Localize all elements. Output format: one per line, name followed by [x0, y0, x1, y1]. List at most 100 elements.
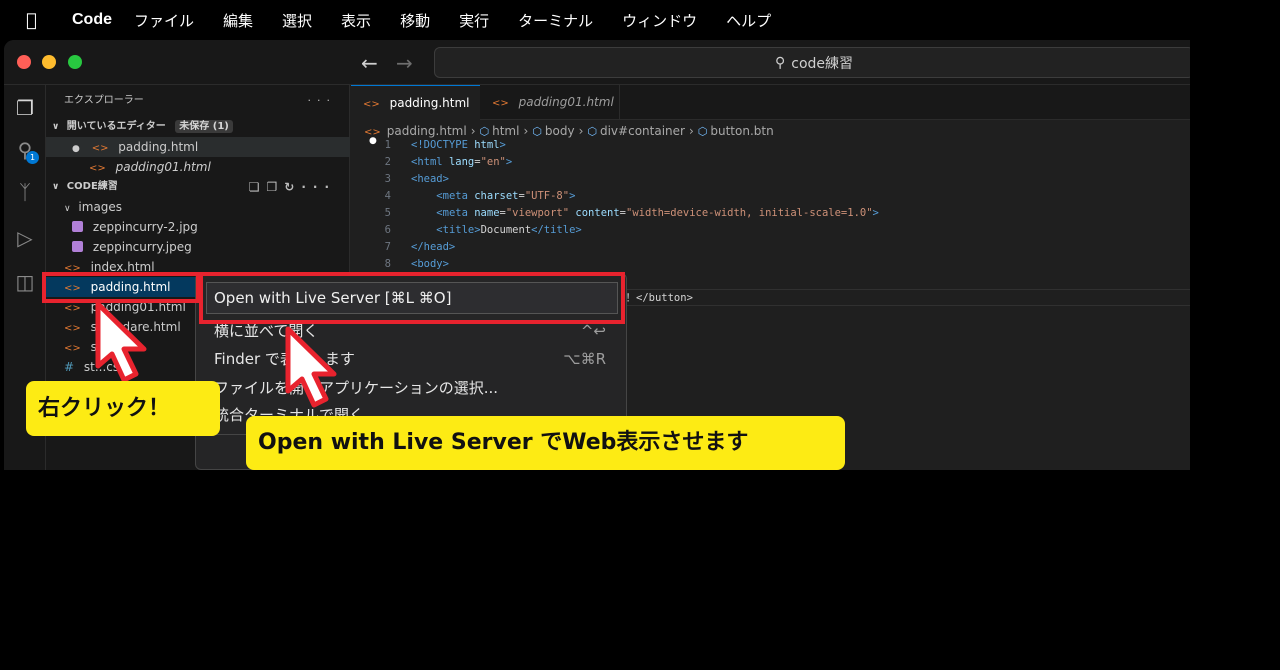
run-debug-icon[interactable]: ▷: [12, 225, 38, 251]
tab-label: padding01.html: [518, 95, 614, 109]
tree-file-label: zeppincurry.jpeg: [92, 240, 192, 254]
code-text: <meta charset="UTF-8">: [436, 190, 576, 202]
chevron-down-icon: ∨: [64, 204, 71, 214]
line-number: 7: [384, 241, 391, 253]
apple-icon[interactable]: : [26, 10, 56, 31]
code-line: 4 <meta charset="UTF-8">: [351, 188, 1190, 205]
folder-actions-icon[interactable]: ❏❐↻···: [249, 177, 336, 197]
css-file-icon: #: [64, 360, 75, 374]
search-icon: ⚲: [774, 54, 786, 71]
tab-padding01-html[interactable]: <> padding01.html: [480, 85, 620, 120]
explorer-title-row: エクスプローラー ···: [46, 91, 350, 111]
open-editors-header[interactable]: ∨ 開いているエディター 未保存 (1): [46, 117, 350, 137]
code-text: </head>: [411, 241, 456, 253]
chevron-down-icon: ∨: [52, 182, 60, 192]
menu-help[interactable]: ヘルプ: [726, 10, 771, 31]
line-number: 1: [384, 139, 391, 151]
code-line: 7 </head>: [351, 239, 1190, 256]
macos-menu-bar:  Code ファイル 編集 選択 表示 移動 実行 ターミナル ウィンドウ ヘ…: [0, 0, 1280, 40]
folder-header-label: CODE練習: [66, 181, 118, 192]
explorer-title: エクスプローラー: [64, 95, 144, 106]
tree-file[interactable]: zeppincurry.jpeg: [46, 237, 350, 257]
tree-file-label: zeppincurry-2.jpg: [92, 220, 198, 234]
folder-header[interactable]: ∨ CODE練習 ❏❐↻···: [46, 177, 350, 197]
unsaved-badge: 未保存 (1): [175, 120, 233, 133]
dirty-dot-icon[interactable]: ●: [72, 144, 80, 154]
html-file-icon: <>: [363, 99, 380, 110]
code-line: 6 <title>Document</title>: [351, 222, 1190, 239]
chevron-right-icon: ›: [578, 124, 584, 138]
minimize-window-button[interactable]: [42, 55, 56, 69]
breadcrumb-item[interactable]: html: [492, 124, 519, 138]
zoom-window-button[interactable]: [68, 55, 82, 69]
menu-file[interactable]: ファイル: [134, 10, 194, 31]
code-text: <head>: [411, 173, 449, 185]
breadcrumb-item[interactable]: button.btn: [710, 124, 773, 138]
code-text: <meta name="viewport" content="width=dev…: [436, 207, 879, 219]
open-editor-label: padding01.html: [115, 160, 211, 174]
tree-file[interactable]: zeppincurry-2.jpg: [46, 217, 350, 237]
tree-folder-images[interactable]: ∨ images: [46, 197, 350, 217]
editor-tabs: <> padding.html ● <> padding01.html: [351, 85, 1190, 146]
menu-run[interactable]: 実行: [459, 10, 489, 31]
menu-terminal[interactable]: ターミナル: [518, 10, 593, 31]
chevron-right-icon: ›: [523, 124, 529, 138]
menu-item-open-to-side[interactable]: 横に並べて開く ^↩: [196, 317, 626, 346]
open-editors-label: 開いているエディター: [66, 121, 166, 132]
search-icon[interactable]: ⚲: [12, 137, 38, 163]
breadcrumb-item[interactable]: padding.html: [387, 124, 467, 138]
cursor-arrow-icon: [285, 326, 337, 408]
explorer-icon[interactable]: ❐: [12, 95, 38, 121]
menu-item-shortcut: ^↩: [580, 322, 606, 340]
source-control-icon[interactable]: ᛉ: [12, 179, 38, 205]
open-editor-item[interactable]: ● <> padding.html: [46, 137, 350, 157]
forward-arrow-icon[interactable]: →: [396, 51, 413, 75]
extensions-icon[interactable]: ◫: [12, 269, 38, 295]
tree-folder-label: images: [78, 200, 123, 214]
menu-view[interactable]: 表示: [341, 10, 371, 31]
code-line: 1 <!DOCTYPE html>: [351, 137, 1190, 154]
code-text: <title>Document</title>: [436, 224, 582, 236]
line-number: 5: [384, 207, 391, 219]
line-number: 3: [384, 173, 391, 185]
menu-item-open-with[interactable]: ファイルを開くアプリケーションの選択...: [196, 374, 626, 403]
cursor-arrow-icon: [95, 301, 147, 383]
menu-selection[interactable]: 選択: [282, 10, 312, 31]
open-editor-item[interactable]: <> padding01.html: [46, 157, 350, 177]
breadcrumb-item[interactable]: body: [545, 124, 575, 138]
command-center-search[interactable]: ⚲ code練習: [434, 47, 1190, 78]
image-file-icon: [72, 221, 83, 232]
tab-padding-html[interactable]: <> padding.html ●: [351, 85, 480, 146]
callout-live-server: Open with Live Server でWeb表示させます: [246, 416, 845, 470]
close-window-button[interactable]: [17, 55, 31, 69]
title-bar: ← → ⚲ code練習: [4, 40, 1190, 85]
menu-item-shortcut: ⌥⌘R: [563, 350, 606, 368]
highlight-frame-file: [42, 272, 200, 303]
html-file-icon: <>: [64, 343, 81, 354]
open-editor-label: padding.html: [118, 140, 199, 154]
chevron-down-icon: ∨: [52, 122, 60, 132]
html-file-icon: <>: [91, 143, 109, 154]
line-number: 8: [384, 258, 391, 270]
html-file-icon: <>: [89, 163, 106, 174]
menu-item-open-with-live-server[interactable]: Open with Live Server [⌘L ⌘O]: [206, 282, 618, 314]
menu-window[interactable]: ウィンドウ: [622, 10, 697, 31]
html-file-icon: <>: [64, 323, 81, 334]
tab-label: padding.html: [389, 96, 470, 110]
breadcrumb-item[interactable]: div#container: [600, 124, 685, 138]
back-arrow-icon[interactable]: ←: [361, 51, 378, 75]
menu-item-reveal-in-finder[interactable]: Finder で表示します ⌥⌘R: [196, 345, 626, 374]
code-line: 2 <html lang="en">: [351, 154, 1190, 171]
html-file-icon: <>: [492, 98, 509, 109]
more-actions-icon[interactable]: ···: [308, 91, 337, 111]
line-number: 2: [384, 156, 391, 168]
menu-app-name[interactable]: Code: [72, 11, 112, 29]
menu-go[interactable]: 移動: [400, 10, 430, 31]
command-center-label: code練習: [791, 55, 854, 72]
callout-right-click: 右クリック！: [26, 381, 220, 436]
code-text: <html lang="en">: [411, 156, 513, 168]
menu-edit[interactable]: 編集: [223, 10, 253, 31]
code-text: <!DOCTYPE html>: [411, 139, 506, 151]
menu-item-label: Open with Live Server [⌘L ⌘O]: [214, 289, 452, 307]
code-text: <body>: [411, 258, 449, 270]
